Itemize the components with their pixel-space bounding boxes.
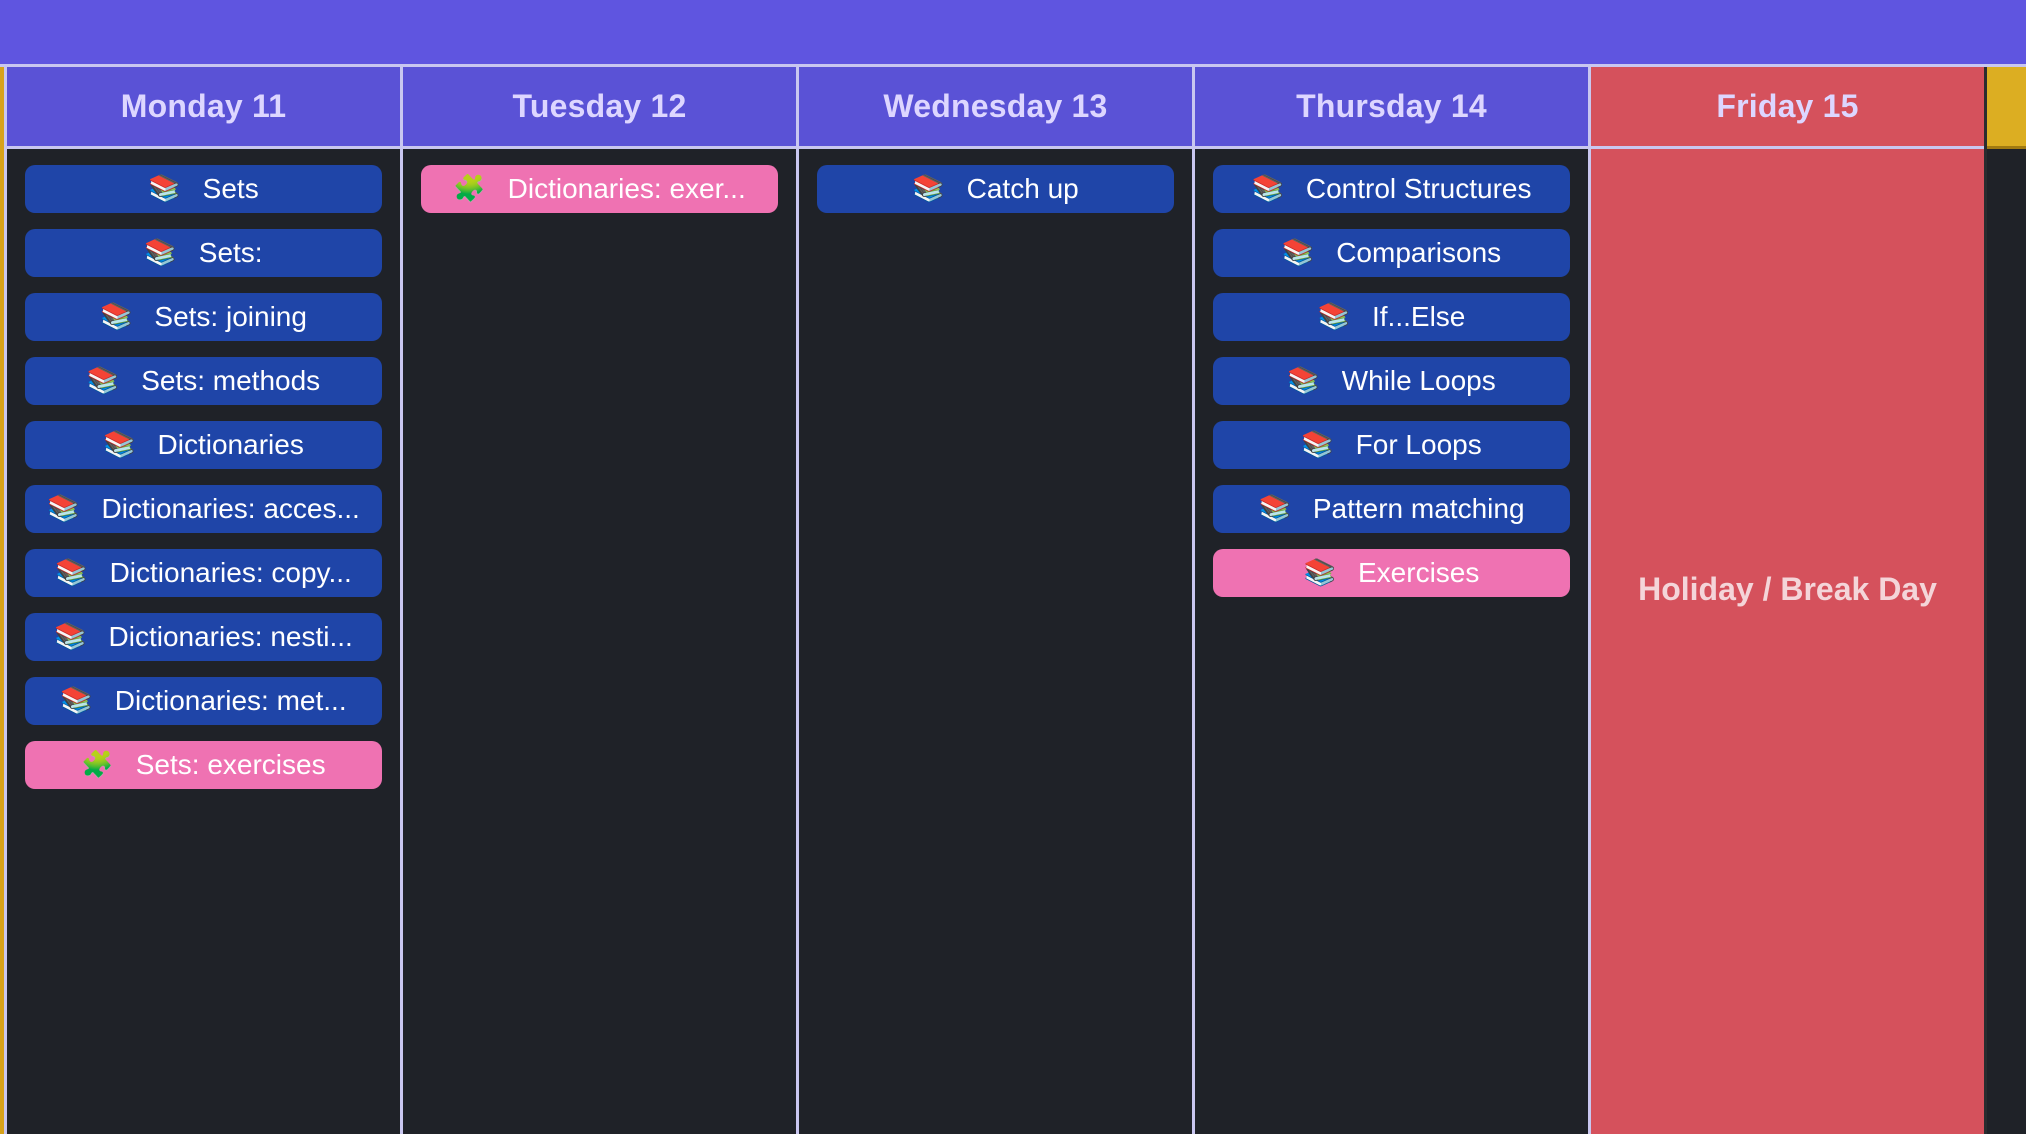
event-label: Dictionaries: copy... (109, 557, 352, 588)
books-icon: 📚 (1251, 174, 1284, 204)
lesson-event[interactable]: 📚 Control Structures (1213, 165, 1570, 213)
day-body-monday: 📚 Sets 📚 Sets: 📚 Sets: joining 📚 Sets: methods 📚… (7, 149, 400, 1134)
event-label: Exercises (1358, 557, 1480, 588)
top-bar (0, 0, 2026, 64)
books-icon: 📚 (86, 366, 120, 396)
holiday-label: Holiday / Break Day (1638, 571, 1937, 607)
books-icon: 📚 (1303, 558, 1336, 588)
lesson-event[interactable]: 📚 Comparisons (1213, 229, 1570, 277)
event-label: Sets: (198, 237, 263, 268)
event-label: Comparisons (1336, 237, 1502, 268)
lesson-event[interactable]: 📚 Catch up (817, 165, 1174, 213)
event-label: Pattern matching (1312, 493, 1525, 524)
day-header-wednesday: Wednesday 13 (799, 67, 1192, 149)
event-label: Control Structures (1305, 173, 1532, 204)
books-icon: 📚 (1301, 430, 1334, 460)
day-header-tuesday: Tuesday 12 (403, 67, 796, 149)
day-column-monday: Monday 11 📚 Sets 📚 Sets: 📚 Sets: joining 📚 Sets… (4, 67, 400, 1134)
day-header-friday: Friday 15 (1591, 67, 1984, 149)
exercise-event[interactable]: 🧩 Sets: exercises (25, 741, 382, 789)
books-icon: 📚 (54, 622, 87, 652)
books-icon: 📚 (148, 174, 181, 204)
exercise-event[interactable]: 🧩 Dictionaries: exer... (421, 165, 778, 213)
lesson-event[interactable]: 📚 For Loops (1213, 421, 1570, 469)
event-label: Dictionaries: exer... (507, 173, 746, 204)
books-icon: 📚 (55, 558, 88, 588)
lesson-event[interactable]: 📚 Sets: joining (25, 293, 382, 341)
event-label: Sets (202, 173, 259, 204)
day-column-thursday: Thursday 14 📚 Control Structures 📚 Comparis… (1192, 67, 1588, 1134)
books-icon: 📚 (1258, 494, 1291, 524)
day-body-tuesday: 🧩 Dictionaries: exer... (403, 149, 796, 1134)
week-view: Monday 11 📚 Sets 📚 Sets: 📚 Sets: joining 📚 Sets… (0, 64, 2026, 1134)
event-label: Dictionaries (157, 429, 304, 460)
lesson-event[interactable]: 📚 While Loops (1213, 357, 1570, 405)
lesson-event[interactable]: 📚 Dictionaries: nesti... (25, 613, 382, 661)
lesson-event[interactable]: 📚 Pattern matching (1213, 485, 1570, 533)
lesson-event[interactable]: 📚 Dictionaries: acces... (25, 485, 382, 533)
right-edge-column (1984, 67, 2026, 1134)
event-label: Sets: methods (141, 365, 321, 396)
day-body-thursday: 📚 Control Structures 📚 Comparisons 📚 If...Els… (1195, 149, 1588, 1134)
event-label: If...Else (1372, 301, 1466, 332)
lesson-event[interactable]: 📚 Sets (25, 165, 382, 213)
event-label: For Loops (1355, 429, 1482, 460)
day-header-thursday: Thursday 14 (1195, 67, 1588, 149)
event-label: Dictionaries: acces... (101, 493, 360, 524)
lesson-event[interactable]: 📚 Dictionaries: met... (25, 677, 382, 725)
books-icon: 📚 (47, 494, 80, 524)
books-icon: 📚 (60, 686, 93, 716)
event-label: Sets: joining (154, 301, 307, 332)
day-body-wednesday: 📚 Catch up (799, 149, 1192, 1134)
puzzle-icon: 🧩 (453, 174, 486, 204)
lesson-event[interactable]: 📚 Sets: (25, 229, 382, 277)
puzzle-icon: 🧩 (81, 750, 114, 780)
event-label: Dictionaries: met... (114, 685, 347, 716)
books-icon: 📚 (100, 302, 133, 332)
day-column-friday: Friday 15 Holiday / Break Day (1588, 67, 1984, 1134)
day-column-wednesday: Wednesday 13 📚 Catch up (796, 67, 1192, 1134)
exercise-event[interactable]: 📚 Exercises (1213, 549, 1570, 597)
books-icon: 📚 (103, 430, 136, 460)
event-label: Sets: exercises (135, 749, 326, 780)
event-label: Dictionaries: nesti... (108, 621, 353, 652)
lesson-event[interactable]: 📚 Dictionaries: copy... (25, 549, 382, 597)
books-icon: 📚 (1317, 302, 1350, 332)
books-icon: 📚 (1281, 238, 1315, 268)
books-icon: 📚 (1287, 366, 1320, 396)
day-column-tuesday: Tuesday 12 🧩 Dictionaries: exer... (400, 67, 796, 1134)
books-icon: 📚 (912, 174, 945, 204)
right-edge-header (1987, 67, 2026, 149)
lesson-event[interactable]: 📚 Sets: methods (25, 357, 382, 405)
day-header-monday: Monday 11 (7, 67, 400, 149)
lesson-event[interactable]: 📚 Dictionaries (25, 421, 382, 469)
lesson-event[interactable]: 📚 If...Else (1213, 293, 1570, 341)
day-body-friday: Holiday / Break Day (1591, 149, 1984, 1134)
event-label: While Loops (1341, 365, 1496, 396)
event-label: Catch up (966, 173, 1079, 204)
books-icon: 📚 (144, 238, 177, 268)
